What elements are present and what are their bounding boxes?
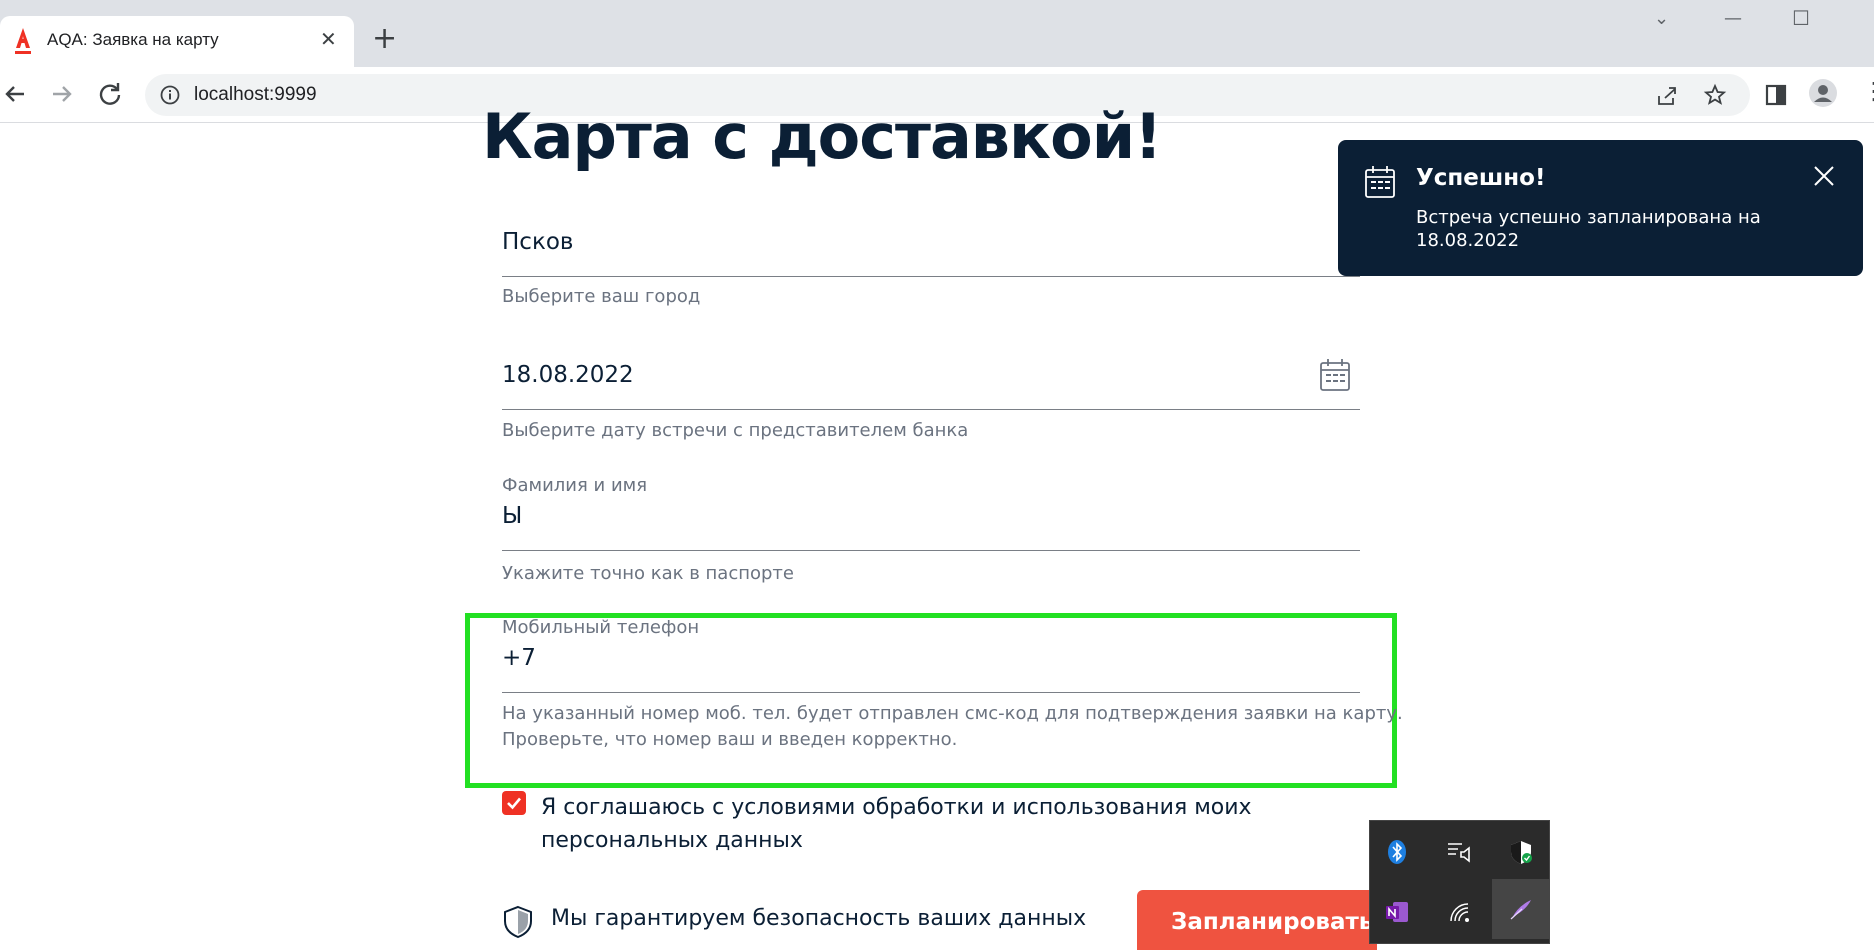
city-input[interactable]: Псков <box>502 229 1360 277</box>
tray-wifi[interactable] <box>1432 885 1486 939</box>
name-underline <box>502 550 1360 551</box>
forward-icon[interactable] <box>47 79 77 109</box>
share-icon[interactable] <box>1655 84 1679 108</box>
side-panel-icon[interactable] <box>1762 80 1792 110</box>
onenote-icon <box>1386 902 1408 922</box>
notification-text-line2: 18.08.2022 <box>1416 230 1520 251</box>
phone-hint: На указанный номер моб. тел. будет отпра… <box>502 701 1403 753</box>
alfa-logo-icon <box>15 28 31 54</box>
url-text: localhost:9999 <box>194 84 317 105</box>
name-label: Фамилия и имя <box>502 475 648 496</box>
tray-security[interactable] <box>1494 825 1548 879</box>
new-tab-button[interactable]: + <box>372 24 397 54</box>
phone-input[interactable]: Мобильный телефон +7 <box>502 617 1360 693</box>
system-tray-popup <box>1369 820 1550 944</box>
city-hint: Выберите ваш город <box>502 286 701 307</box>
page-title: Карта с доставкой! <box>482 100 1162 173</box>
tray-pen[interactable] <box>1492 879 1550 939</box>
name-hint: Укажите точно как в паспорте <box>502 563 794 584</box>
menu-icon[interactable]: ⋮ <box>1862 77 1874 105</box>
browser-tab-bar: AQA: Заявка на карту ✕ + ⌄ — ☐ <box>0 0 1874 67</box>
shield-icon <box>504 905 532 939</box>
checkmark-icon <box>507 797 521 810</box>
phone-label: Мобильный телефон <box>502 617 700 638</box>
profile-avatar-icon[interactable] <box>1808 78 1838 108</box>
phone-underline <box>502 692 1360 693</box>
phone-hint-line1: На указанный номер моб. тел. будет отпра… <box>502 703 1403 724</box>
bookmark-star-icon[interactable] <box>1703 83 1727 107</box>
minimize-button[interactable]: — <box>1724 8 1742 29</box>
phone-value: +7 <box>502 645 536 671</box>
agreement-label-line2: персональных данных <box>541 828 803 853</box>
agreement-checkbox[interactable] <box>502 791 526 815</box>
city-underline <box>502 276 1360 277</box>
success-notification: Успешно! Встреча успешно запланирована н… <box>1338 140 1863 276</box>
pen-feather-icon <box>1510 900 1531 920</box>
agreement-label-line1: Я соглашаюсь с условиями обработки и исп… <box>541 795 1252 820</box>
wifi-icon <box>1450 903 1469 922</box>
name-input[interactable]: Фамилия и имя Ы <box>502 475 1360 551</box>
maximize-button[interactable]: ☐ <box>1792 6 1810 30</box>
date-input[interactable]: 18.08.2022 <box>502 359 1360 410</box>
tray-onenote[interactable] <box>1370 885 1424 939</box>
tab-search-icon[interactable]: ⌄ <box>1654 8 1669 29</box>
tab-close-icon[interactable]: ✕ <box>320 29 337 49</box>
notification-title: Успешно! <box>1416 165 1546 191</box>
windows-security-icon <box>1511 841 1532 864</box>
notification-text: Встреча успешно запланирована на 18.08.2… <box>1416 206 1836 252</box>
name-value: Ы <box>502 503 523 529</box>
date-value: 18.08.2022 <box>502 362 634 388</box>
submit-button[interactable]: Запланировать <box>1137 890 1377 950</box>
date-hint: Выберите дату встречи с представителем б… <box>502 420 969 441</box>
site-info-icon[interactable] <box>159 84 181 106</box>
date-underline <box>502 409 1360 410</box>
security-text: Мы гарантируем безопасность ваших данных <box>551 906 1087 931</box>
calendar-icon[interactable] <box>1319 358 1351 392</box>
tray-audio[interactable] <box>1432 825 1486 879</box>
audio-output-icon <box>1448 843 1470 863</box>
notification-text-line1: Встреча успешно запланирована на <box>1416 207 1761 228</box>
city-value: Псков <box>502 229 574 255</box>
tab-title: AQA: Заявка на карту <box>47 30 219 49</box>
bluetooth-icon <box>1388 840 1406 864</box>
agreement-label[interactable]: Я соглашаюсь с условиями обработки и исп… <box>541 791 1281 857</box>
tray-bluetooth[interactable] <box>1370 825 1424 879</box>
phone-hint-line2: Проверьте, что номер ваш и введен коррек… <box>502 729 958 750</box>
back-icon[interactable] <box>0 79 30 109</box>
reload-icon[interactable] <box>95 79 125 109</box>
calendar-icon <box>1365 166 1395 198</box>
close-icon[interactable] <box>1812 164 1836 188</box>
browser-tab[interactable]: AQA: Заявка на карту ✕ <box>0 16 354 67</box>
